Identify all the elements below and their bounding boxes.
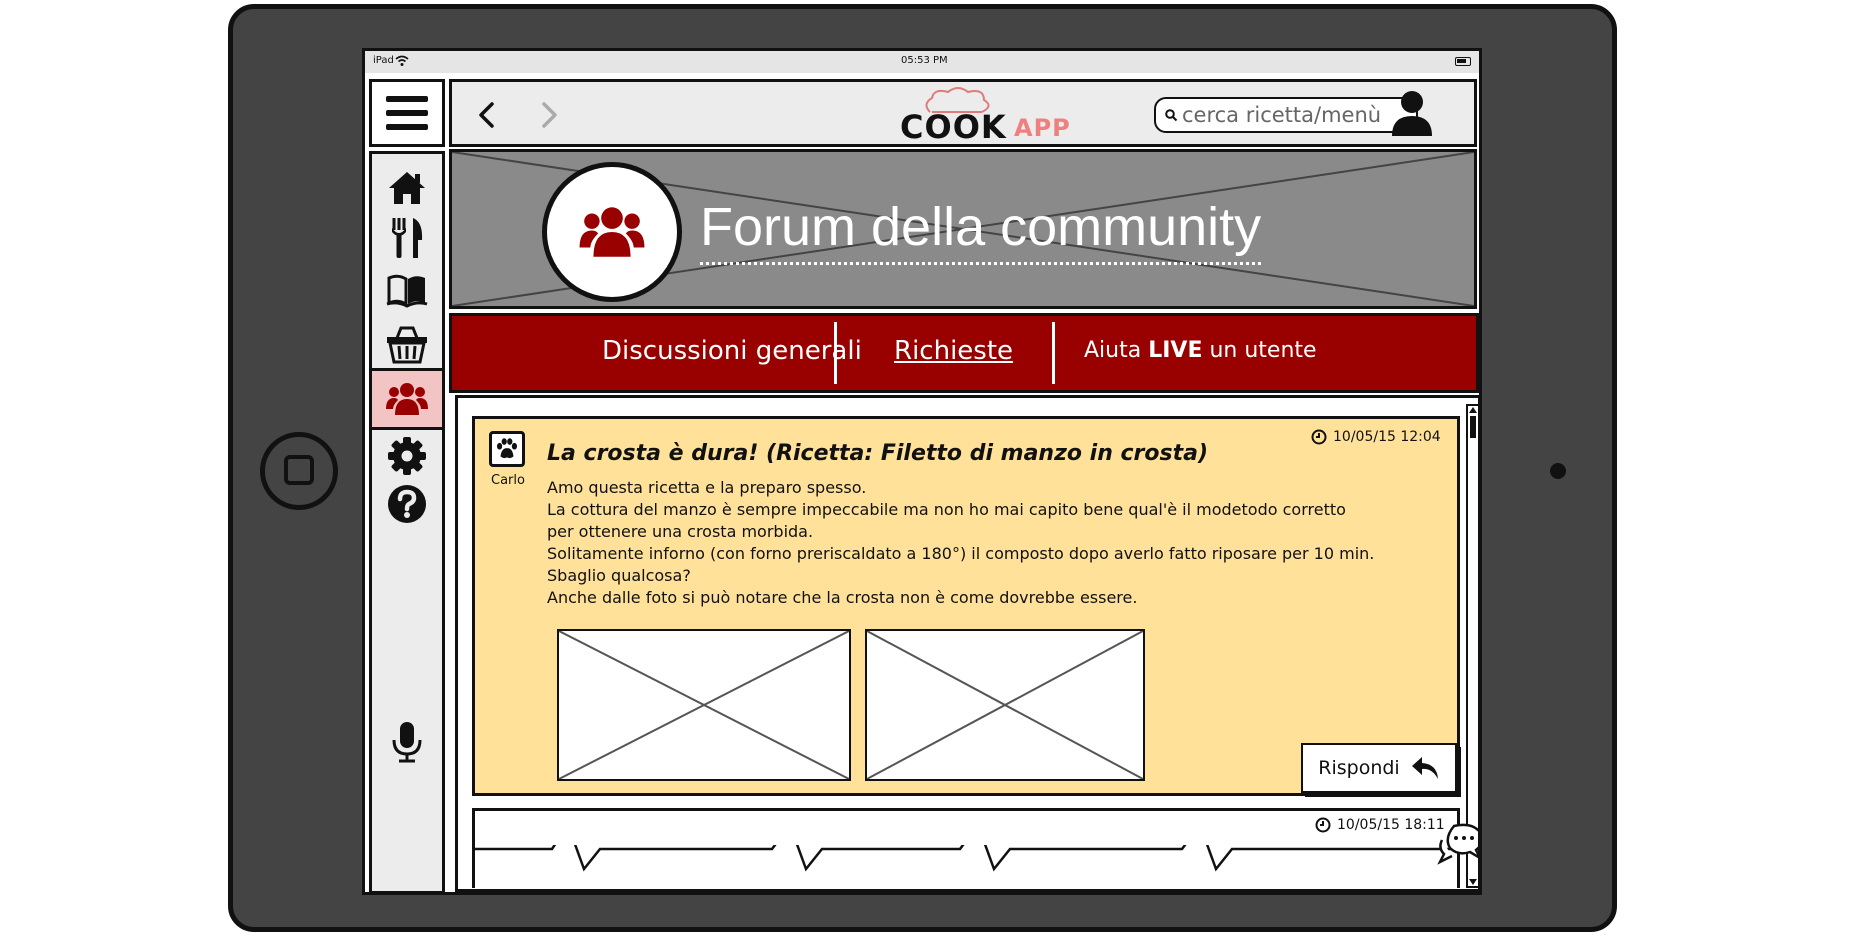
forum-post: 10/05/15 18:11: [472, 808, 1464, 888]
chat-bubbles-icon[interactable]: [1436, 820, 1481, 866]
tab-aiuta-live-bold: LIVE: [1148, 338, 1203, 363]
post-timestamp-text: 10/05/15 12:04: [1333, 429, 1441, 445]
page-title: Forum della community: [700, 196, 1262, 265]
status-time: 05:53 PM: [901, 55, 948, 66]
fork-knife-icon: [392, 218, 423, 258]
sidebar-item-microfono[interactable]: [372, 714, 442, 770]
sidebar-item-libro[interactable]: [372, 262, 442, 318]
tab-divider: [1052, 322, 1055, 384]
post-body-line: Amo questa ricetta e la preparo spesso.: [547, 478, 867, 497]
sidebar-item-community[interactable]: [372, 368, 442, 430]
camera-dot: [1550, 463, 1566, 479]
device-label: iPad: [373, 55, 394, 66]
search-icon: [1165, 109, 1178, 122]
app-header: COOK APP cerca ricetta/menù: [449, 79, 1477, 147]
hero-banner: Forum della community: [449, 149, 1477, 309]
post-timestamp: 10/05/15 12:04: [1311, 429, 1441, 445]
post-image[interactable]: [557, 629, 851, 781]
post-body: Amo questa ricetta e la preparo spesso. …: [547, 477, 1407, 609]
clock-icon: [1315, 817, 1331, 833]
sidebar: [369, 151, 445, 892]
sidebar-item-spesa[interactable]: [372, 316, 442, 372]
torn-edge: [472, 845, 1464, 872]
tab-aiuta-live-suffix: un utente: [1202, 338, 1317, 363]
forum-content: Carlo 10/05/15 12:04 La crosta è dura! (…: [455, 395, 1481, 892]
vertical-scrollbar[interactable]: [1466, 404, 1478, 888]
search-input[interactable]: cerca ricetta/menù: [1154, 97, 1418, 133]
sidebar-item-home[interactable]: [372, 160, 442, 216]
paw-icon: [496, 438, 518, 459]
back-arrow-icon[interactable]: [472, 100, 502, 130]
post-title: La crosta è dura! (Ricetta: Filetto di m…: [547, 441, 1209, 466]
user-profile-icon[interactable]: [1388, 88, 1436, 140]
help-icon: [388, 485, 426, 523]
sidebar-item-aiuto[interactable]: [372, 476, 442, 532]
tab-aiuta-live-prefix: Aiuta: [1084, 338, 1149, 363]
reply-arrow-icon: [1411, 757, 1438, 779]
screen: iPad 05:53 PM COOK APP cerca ricetta/men…: [362, 48, 1482, 895]
book-icon: [386, 274, 428, 308]
post-body-line: Anche dalle foto si può notare che la cr…: [547, 588, 1138, 607]
post-image[interactable]: [865, 629, 1145, 781]
forum-tabs: Discussioni generali Richieste Aiuta LIV…: [449, 313, 1479, 393]
sidebar-item-ricette[interactable]: [372, 210, 442, 266]
image-placeholder-cross: [867, 631, 1143, 779]
scrollbar-thumb[interactable]: [1470, 416, 1476, 438]
tab-aiuta-live[interactable]: Aiuta LIVE un utente: [1084, 338, 1317, 363]
logo-main-text: COOK: [900, 108, 1007, 146]
tab-richieste[interactable]: Richieste: [894, 336, 1013, 366]
status-bar: iPad 05:53 PM: [365, 51, 1479, 73]
forward-arrow-icon[interactable]: [534, 100, 564, 130]
gear-icon: [388, 437, 426, 475]
home-icon: [389, 172, 425, 204]
post-body-line: La cottura del manzo è sempre impeccabil…: [547, 500, 1346, 519]
forum-post: Carlo 10/05/15 12:04 La crosta è dura! (…: [472, 416, 1460, 796]
microphone-icon: [392, 722, 422, 763]
scroll-up-arrow-icon[interactable]: [1469, 407, 1477, 413]
scroll-down-arrow-icon[interactable]: [1469, 879, 1477, 885]
logo-accent-text: APP: [1014, 114, 1071, 142]
basket-icon: [387, 326, 427, 364]
home-button-square-icon: [284, 455, 314, 485]
reply-button[interactable]: Rispondi: [1301, 743, 1457, 793]
clock-icon: [1311, 429, 1327, 445]
post-body-line: Solitamente inforno (con forno preriscal…: [547, 544, 1375, 563]
reply-button-label: Rispondi: [1318, 757, 1400, 779]
search-placeholder: cerca ricetta/menù: [1182, 103, 1382, 127]
image-placeholder-cross: [559, 631, 849, 779]
community-icon: [386, 383, 428, 415]
avatar[interactable]: [489, 431, 525, 467]
hero-community-badge: [542, 162, 682, 302]
community-icon: [579, 207, 645, 257]
post-body-line: per ottenere una crosta morbida.: [547, 522, 814, 541]
post-timestamp: 10/05/15 18:11: [1315, 817, 1445, 833]
cook-app-logo: COOK APP: [892, 86, 1072, 146]
battery-icon: [1455, 57, 1471, 66]
tab-discussioni-generali[interactable]: Discussioni generali: [602, 336, 862, 366]
wifi-icon: [395, 55, 409, 66]
tab-divider: [834, 322, 837, 384]
menu-button[interactable]: [369, 79, 445, 147]
post-author[interactable]: Carlo: [491, 473, 525, 488]
post-body-line: Sbaglio qualcosa?: [547, 566, 691, 585]
post-timestamp-text: 10/05/15 18:11: [1337, 817, 1445, 833]
